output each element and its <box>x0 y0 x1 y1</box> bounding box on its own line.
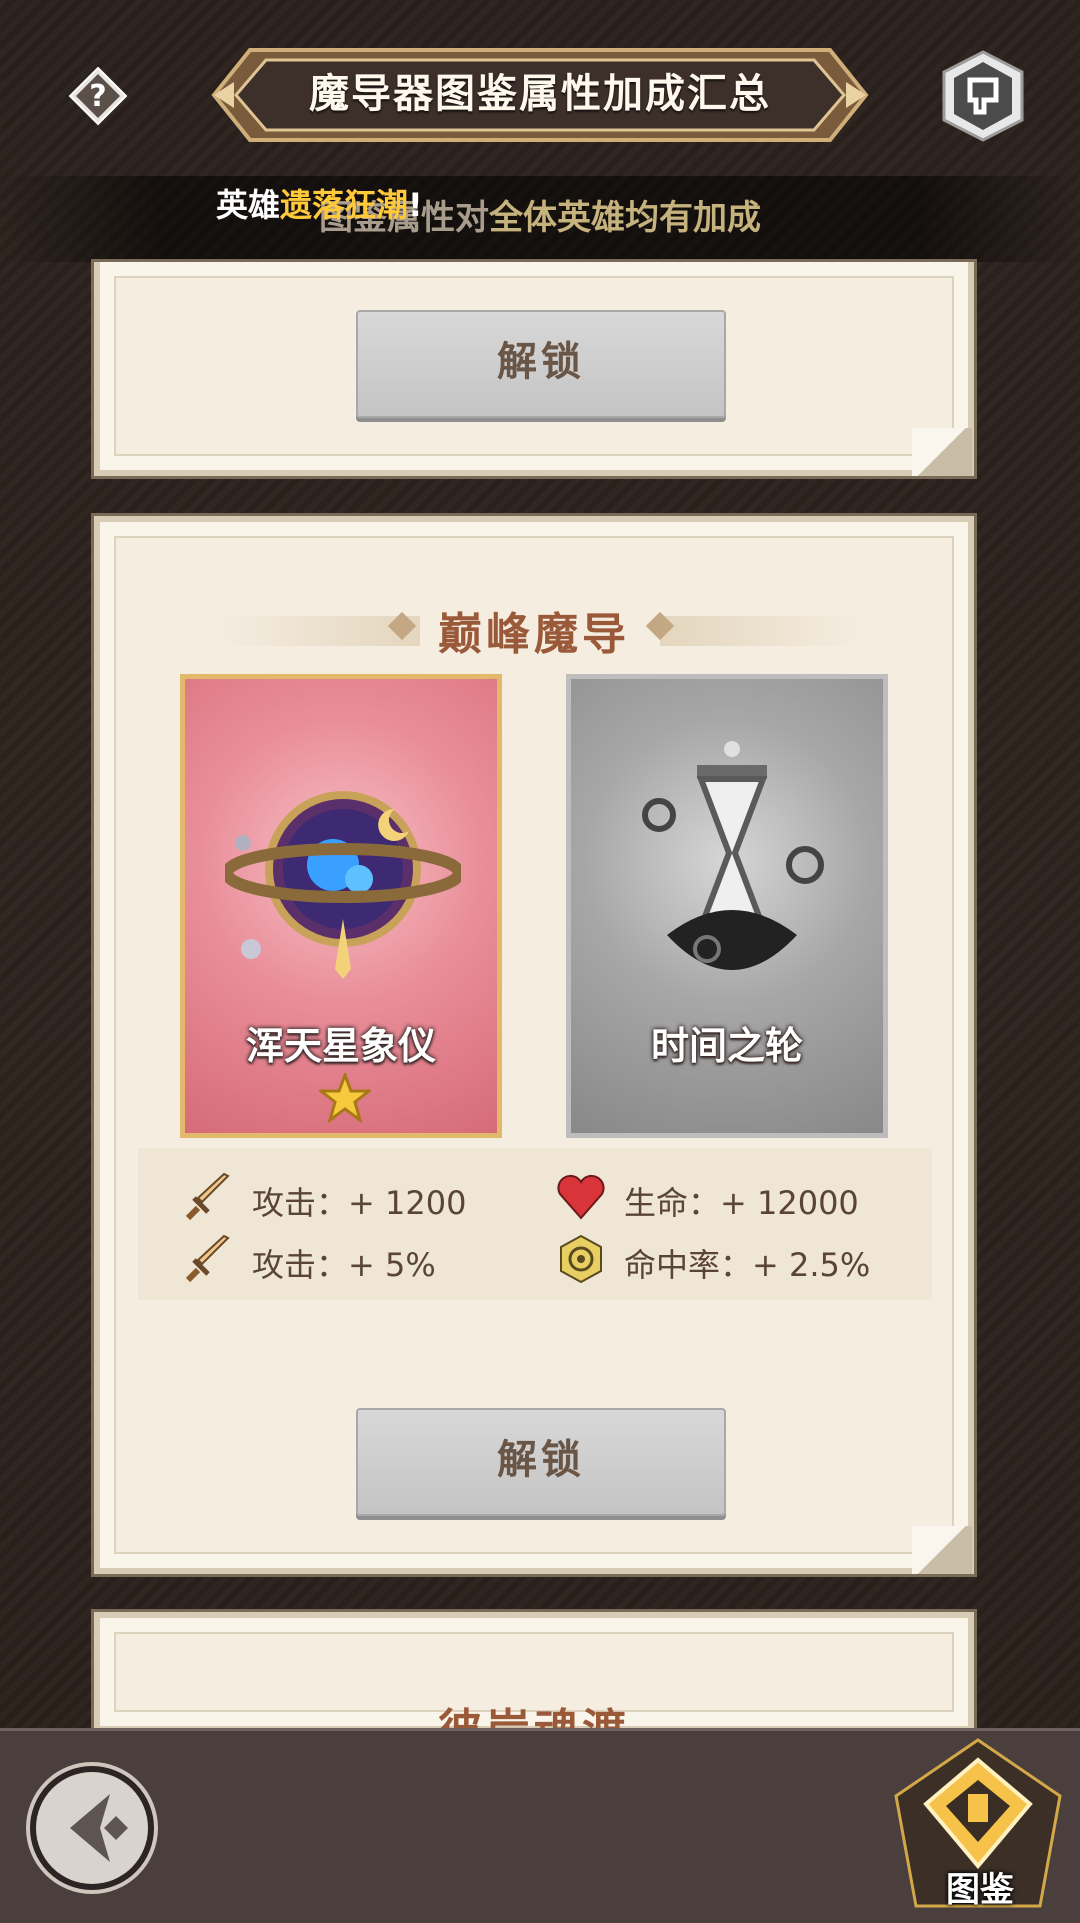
sword-icon <box>185 1172 230 1221</box>
stat-hp: 生命：+ 12000 <box>624 1184 859 1222</box>
artifact-name: 浑天星象仪 <box>245 1024 436 1068</box>
unlock-button[interactable]: 解锁 <box>356 310 726 418</box>
heart-icon <box>557 1174 605 1220</box>
page-title: 魔导器图鉴属性加成汇总 <box>309 71 771 117</box>
back-button[interactable] <box>24 1760 160 1896</box>
question-icon: ? <box>68 66 128 126</box>
svg-text:?: ? <box>89 79 106 114</box>
hourglass-icon <box>642 741 824 970</box>
artifact-card-locked[interactable]: 时间之轮 <box>566 674 888 1138</box>
page-fold-decoration <box>912 1526 972 1574</box>
page-fold-decoration <box>912 428 972 476</box>
notice-subtitle: 图鉴属性对全体英雄均有加成 <box>0 190 1080 239</box>
target-icon <box>560 1234 602 1284</box>
star-icon <box>319 1073 371 1123</box>
section-title: 巅峰魔导 <box>438 609 630 660</box>
armillary-sphere-icon <box>225 791 461 979</box>
scrolling-notice-highlight: 遗落狂潮 <box>280 186 409 224</box>
notice-subtitle-c: 全体英雄均有加成 <box>489 198 761 238</box>
back-arrow-icon <box>26 1762 158 1894</box>
scrolling-notice-suffix: ! <box>408 186 423 224</box>
scrolling-notice-prefix: 英雄 <box>216 186 281 224</box>
artifact-name: 时间之轮 <box>650 1024 803 1068</box>
artifact-card-owned[interactable]: 浑天星象仪 <box>180 674 502 1138</box>
notice-subtitle-b: 对 <box>455 198 489 238</box>
sword-icon <box>185 1234 230 1283</box>
stat-attack-percent: 攻击：+ 5% <box>252 1246 436 1284</box>
scrolling-notice: 英雄遗落狂潮! <box>216 180 423 226</box>
stat-attack-flat: 攻击：+ 1200 <box>252 1184 467 1222</box>
shield-emblem-icon <box>942 50 1024 142</box>
help-button[interactable]: ? <box>68 66 128 126</box>
codex-label: 图鉴 <box>946 1870 1014 1910</box>
unlock-button[interactable]: 解锁 <box>356 1408 726 1516</box>
emblem-button[interactable] <box>940 50 1026 142</box>
stat-hit-rate: 命中率：+ 2.5% <box>624 1246 871 1284</box>
